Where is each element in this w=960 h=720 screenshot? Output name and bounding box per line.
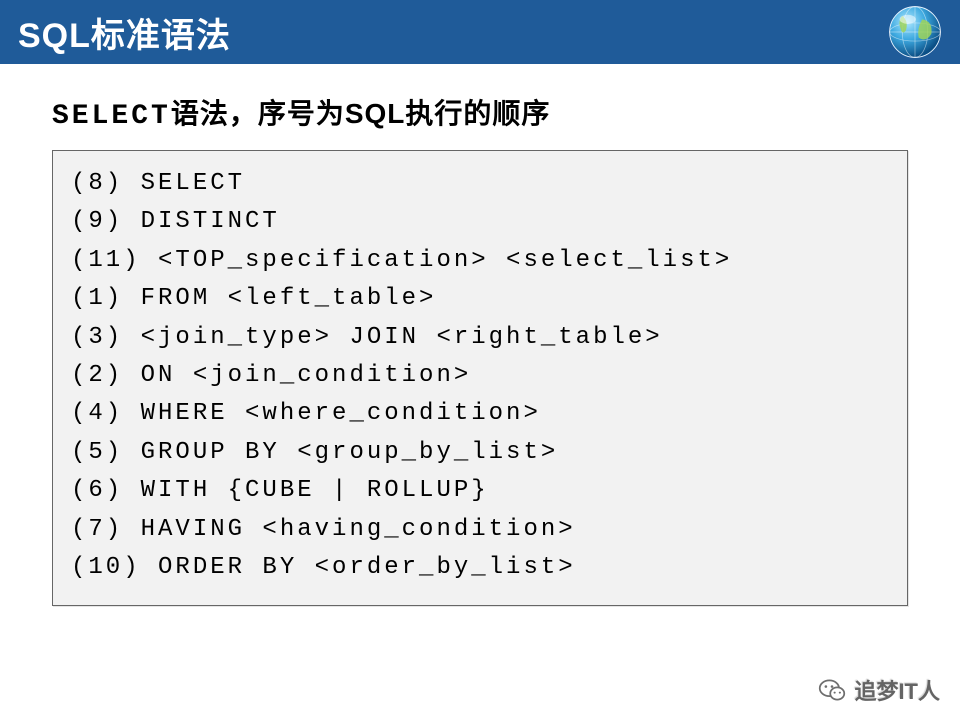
globe-icon	[886, 3, 944, 61]
code-line: (4) WHERE <where_condition>	[71, 395, 889, 433]
code-line: (1) FROM <left_table>	[71, 280, 889, 318]
header-bar: SQL标准语法	[0, 0, 960, 64]
footer-brand-text: 追梦IT人	[854, 674, 940, 706]
code-line: (9) DISTINCT	[71, 203, 889, 241]
code-line: (6) WITH {CUBE | ROLLUP}	[71, 472, 889, 510]
code-line: (10) ORDER BY <order_by_list>	[71, 549, 889, 587]
sub-heading: SELECT语法，序号为SQL执行的顺序	[52, 92, 960, 132]
wechat-icon	[818, 676, 846, 704]
code-line: (7) HAVING <having_condition>	[71, 511, 889, 549]
code-line: (5) GROUP BY <group_by_list>	[71, 434, 889, 472]
code-line: (3) <join_type> JOIN <right_table>	[71, 319, 889, 357]
code-line: (11) <TOP_specification> <select_list>	[71, 242, 889, 280]
subheading-rest: 语法，序号为SQL执行的顺序	[171, 98, 551, 129]
code-block: (8) SELECT (9) DISTINCT (11) <TOP_specif…	[52, 150, 908, 606]
subheading-mono: SELECT	[52, 101, 171, 132]
footer-brand: 追梦IT人	[818, 674, 940, 706]
page-title: SQL标准语法	[18, 8, 231, 57]
code-line: (8) SELECT	[71, 165, 889, 203]
code-line: (2) ON <join_condition>	[71, 357, 889, 395]
